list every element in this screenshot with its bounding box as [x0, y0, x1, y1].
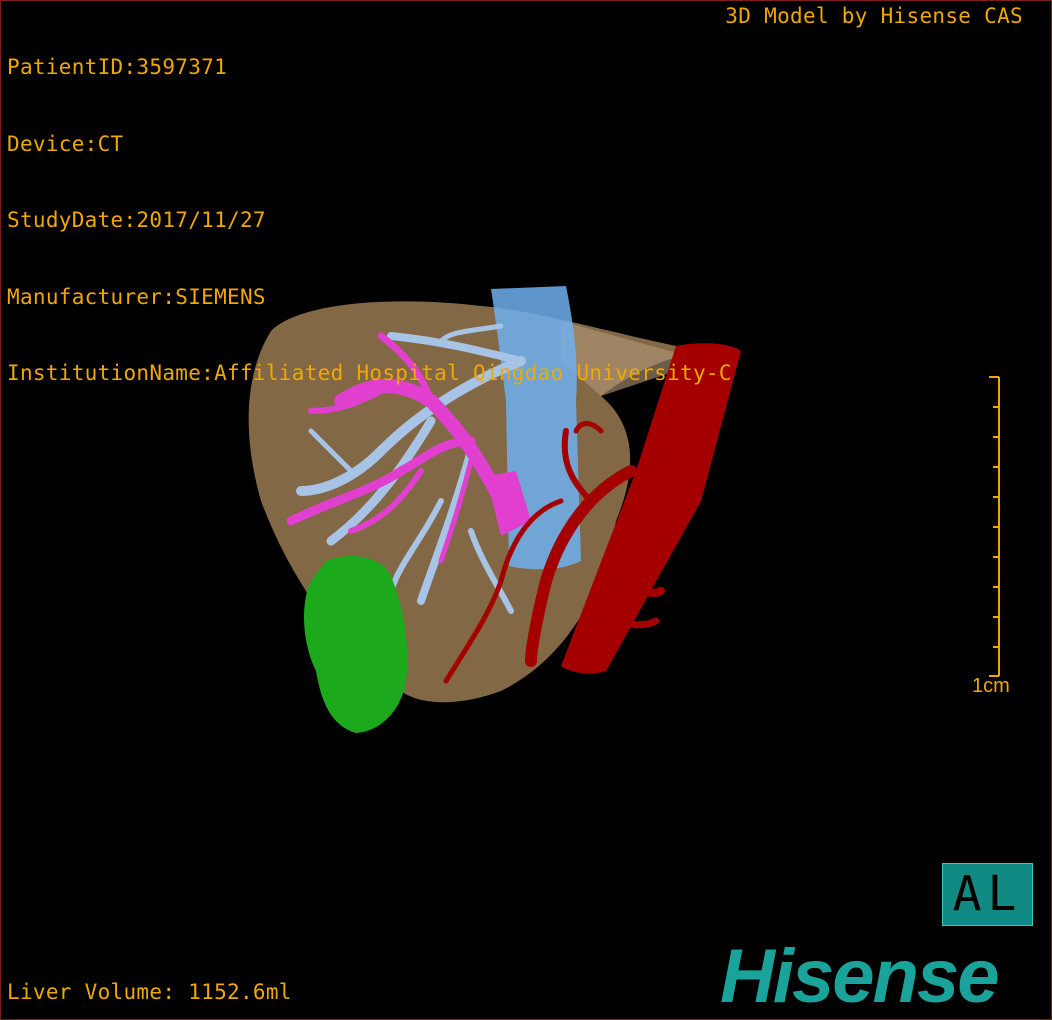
device: Device:CT [7, 131, 124, 156]
dicom-info-overlay: PatientID:3597371 Device:CT StudyDate:20… [7, 4, 732, 438]
tumor [304, 556, 408, 733]
scale-bar [989, 376, 1000, 677]
liver-volume-label: Liver Volume: 1152.6ml [7, 979, 292, 1004]
manufacturer: Manufacturer:SIEMENS [7, 284, 266, 309]
orientation-indicator[interactable]: AL [942, 863, 1033, 926]
hisense-logo: Hisense [720, 934, 999, 1019]
patient-id: PatientID:3597371 [7, 55, 228, 79]
scale-label: 1cm [972, 675, 1010, 697]
study-date: StudyDate:2017/11/27 [7, 208, 266, 232]
3d-viewport[interactable]: PatientID:3597371 Device:CT StudyDate:20… [0, 0, 1052, 1020]
vendor-label: 3D Model by Hisense CAS [725, 4, 1023, 28]
institution-name: InstitutionName:Affiliated Hospital Qing… [7, 361, 732, 385]
